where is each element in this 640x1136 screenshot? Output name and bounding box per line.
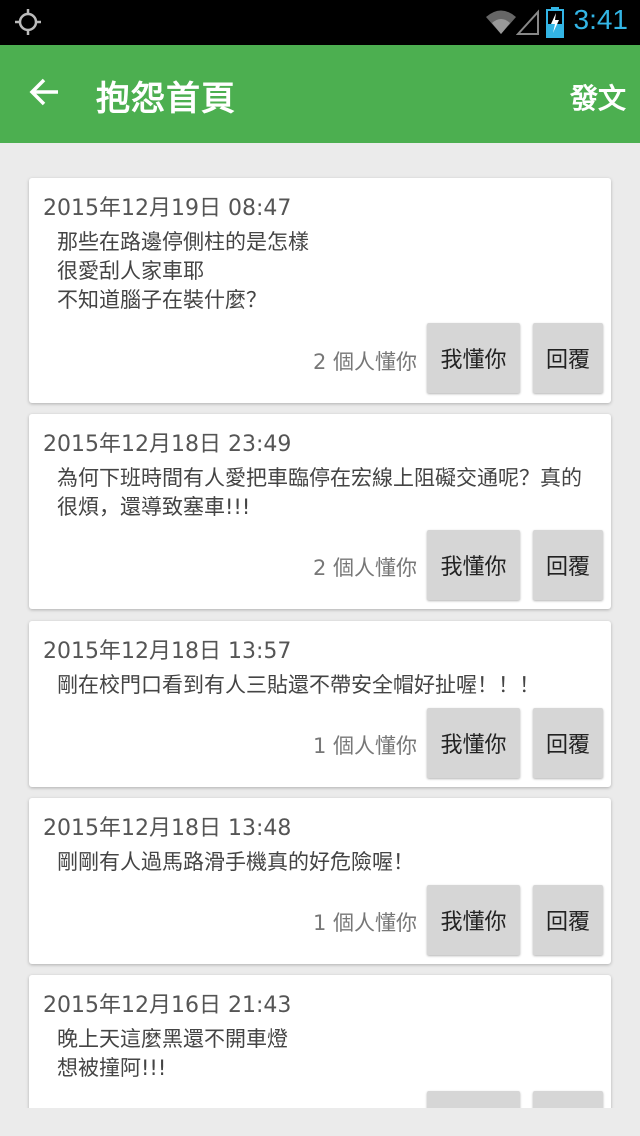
bottom-strip (0, 1108, 640, 1136)
wifi-icon (486, 10, 516, 34)
understand-button[interactable]: 我懂你 (427, 885, 520, 955)
understand-button[interactable] (427, 1091, 520, 1108)
signal-icon (516, 9, 539, 35)
understand-count: 1 個人懂你 (313, 734, 418, 758)
status-time: 3:41 (573, 4, 629, 35)
post-date: 2015年12月18日 13:57 (43, 639, 292, 664)
back-arrow-icon[interactable] (26, 73, 64, 111)
post-body: 晚上天這麼黑還不開車燈 想被撞阿!!! (57, 1027, 288, 1080)
post-date: 2015年12月19日 08:47 (43, 196, 292, 221)
reply-button[interactable]: 回覆 (533, 530, 603, 600)
post-date: 2015年12月16日 21:43 (43, 993, 292, 1018)
battery-charging-icon (546, 7, 564, 38)
reply-button[interactable]: 回覆 (533, 323, 603, 393)
post-card: 2015年12月18日 13:57 剛在校門口看到有人三貼還不帶安全帽好扯喔！！… (29, 621, 611, 787)
post-date: 2015年12月18日 13:48 (43, 816, 292, 841)
reply-button[interactable] (533, 1091, 603, 1108)
understand-count: 2 個人懂你 (313, 350, 418, 374)
post-button[interactable]: 發文 (570, 77, 626, 117)
status-bar: 3:41 (0, 0, 640, 45)
understand-count: 2 個人懂你 (313, 556, 418, 580)
page-title: 抱怨首頁 (96, 79, 236, 119)
post-card: 2015年12月16日 21:43 晚上天這麼黑還不開車燈 想被撞阿!!! (29, 975, 611, 1108)
understand-button[interactable]: 我懂你 (427, 708, 520, 778)
understand-button[interactable]: 我懂你 (427, 530, 520, 600)
gps-icon (15, 9, 41, 35)
post-body: 剛在校門口看到有人三貼還不帶安全帽好扯喔！！！ (57, 673, 540, 697)
post-date: 2015年12月18日 23:49 (43, 432, 292, 457)
app-bar: 抱怨首頁 發文 (0, 45, 640, 143)
post-card: 2015年12月18日 23:49 為何下班時間有人愛把車臨停在宏線上阻礙交通呢… (29, 414, 611, 609)
post-body: 那些在路邊停側柱的是怎樣 很愛刮人家車耶 不知道腦子在裝什麼？ (57, 230, 309, 312)
complaint-feed[interactable]: 2015年12月19日 08:47 那些在路邊停側柱的是怎樣 很愛刮人家車耶 不… (0, 143, 640, 1108)
post-card: 2015年12月19日 08:47 那些在路邊停側柱的是怎樣 很愛刮人家車耶 不… (29, 178, 611, 403)
understand-button[interactable]: 我懂你 (427, 323, 520, 393)
post-card: 2015年12月18日 13:48 剛剛有人過馬路滑手機真的好危險喔！ 1 個人… (29, 798, 611, 964)
reply-button[interactable]: 回覆 (533, 885, 603, 955)
reply-button[interactable]: 回覆 (533, 708, 603, 778)
understand-count: 1 個人懂你 (313, 911, 418, 935)
post-body: 剛剛有人過馬路滑手機真的好危險喔！ (57, 850, 414, 874)
post-body: 為何下班時間有人愛把車臨停在宏線上阻礙交通呢？真的很煩，還導致塞車!!! (57, 466, 582, 519)
